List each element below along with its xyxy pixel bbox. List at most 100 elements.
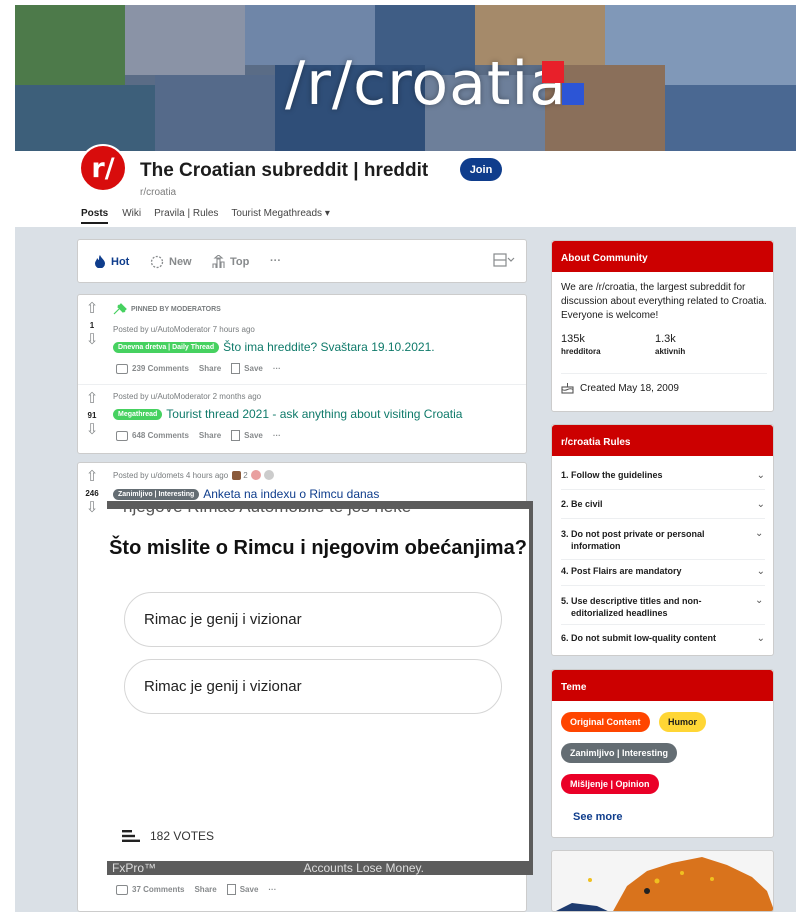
- post-title-row[interactable]: Dnevna dretva | Daily Thread Što ima hre…: [113, 340, 435, 354]
- poll-option[interactable]: Rimac je genij i vizionar: [124, 592, 502, 647]
- post-title[interactable]: Što ima hreddite? Svaštara 19.10.2021.: [223, 340, 434, 354]
- map-widget[interactable]: [551, 850, 774, 912]
- sort-top-label: Top: [230, 256, 250, 268]
- subreddit-avatar: r/: [79, 144, 127, 192]
- pinned-label: PINNED BY MODERATORS: [113, 303, 221, 315]
- upvote-icon[interactable]: ⇧: [84, 391, 100, 406]
- sort-top[interactable]: Top: [212, 255, 249, 269]
- chevron-down-icon: ⌄: [756, 470, 765, 481]
- downvote-icon[interactable]: ⇩: [84, 422, 100, 437]
- vote-count: 91: [87, 411, 97, 420]
- created-date-text: Created May 18, 2009: [580, 382, 679, 394]
- post-actions: 37 Comments Share Save ···: [116, 884, 286, 895]
- share-button[interactable]: Share: [199, 364, 221, 373]
- vote-column: ⇧ 1 ⇩: [84, 301, 100, 347]
- post-flair[interactable]: Zanimljivo | Interesting: [113, 488, 200, 500]
- more-options-button[interactable]: ···: [273, 364, 281, 373]
- sort-new-label: New: [169, 256, 192, 268]
- save-button[interactable]: Save: [231, 430, 263, 441]
- tab-wiki[interactable]: Wiki: [122, 208, 141, 224]
- upvote-icon[interactable]: ⇧: [84, 301, 100, 316]
- comments-button[interactable]: 239 Comments: [116, 363, 189, 374]
- post-item[interactable]: ⇧ 1 ⇩ PINNED BY MODERATORS Posted by u/A…: [78, 295, 526, 385]
- post-actions: 239 Comments Share Save ···: [116, 363, 291, 374]
- more-options-button[interactable]: ···: [273, 431, 281, 440]
- rule-item[interactable]: 6. Do not submit low-quality content ⌄: [561, 633, 765, 651]
- view-toggle-icon[interactable]: [493, 253, 515, 267]
- topic-tag[interactable]: Original Content: [561, 712, 650, 732]
- join-button[interactable]: Join: [460, 158, 502, 181]
- comment-icon: [116, 430, 128, 441]
- topic-tag[interactable]: Zanimljivo | Interesting: [561, 743, 678, 763]
- tab-tourist-megathreads-label: Tourist Megathreads: [231, 208, 323, 219]
- downvote-icon[interactable]: ⇩: [84, 332, 100, 347]
- post-title[interactable]: Tourist thread 2021 - ask anything about…: [166, 407, 462, 421]
- subreddit-title: The Croatian subreddit | hreddit: [140, 160, 429, 181]
- post-title-row[interactable]: Megathread Tourist thread 2021 - ask any…: [113, 407, 462, 421]
- rule-item[interactable]: 2. Be civil ⌄: [561, 499, 765, 519]
- rule-item[interactable]: 3. Do not post private or personal infor…: [561, 528, 765, 560]
- sort-new[interactable]: New: [150, 255, 192, 269]
- rule-item[interactable]: 5. Use descriptive titles and non-editor…: [561, 595, 765, 625]
- croatia-map-image: [556, 857, 773, 911]
- topics-widget: Teme Original Content Humor Zanimljivo |…: [551, 669, 774, 838]
- online-stat: 1.3k aktivnih: [655, 333, 685, 356]
- post-title-row[interactable]: Zanimljivo | Interesting Anketa na index…: [113, 487, 379, 501]
- rule-text: 3. Do not post private or personal infor…: [561, 529, 705, 551]
- sort-hot-label: Hot: [111, 255, 130, 268]
- award-icon: [232, 470, 242, 480]
- rules-header: r/croatia Rules: [552, 425, 773, 456]
- bookmark-icon: [231, 430, 241, 441]
- topic-tag[interactable]: Humor: [659, 712, 706, 732]
- save-button[interactable]: Save: [231, 363, 263, 374]
- upvote-icon[interactable]: ⇧: [84, 469, 100, 484]
- poll-votes-count: 182 VOTES: [150, 829, 215, 843]
- rules-widget: r/croatia Rules 1. Follow the guidelines…: [551, 424, 774, 656]
- about-community: About Community We are /r/croatia, the l…: [551, 240, 774, 412]
- tab-tourist-megathreads[interactable]: Tourist Megathreads ▾: [231, 208, 329, 224]
- save-label: Save: [244, 364, 263, 373]
- subreddit-banner: /r/croatia: [15, 5, 796, 151]
- more-options-button[interactable]: ···: [268, 885, 276, 894]
- save-button[interactable]: Save: [226, 884, 258, 895]
- post-title[interactable]: Anketa na indexu o Rimcu danas: [203, 487, 379, 501]
- rule-text: 6. Do not submit low-quality content: [561, 633, 716, 643]
- post-item[interactable]: ⇧ 91 ⇩ Posted by u/AutoModerator 2 month…: [78, 385, 526, 455]
- comments-button[interactable]: 648 Comments: [116, 430, 189, 441]
- vote-count: 1: [89, 321, 95, 330]
- banner-title: /r/croatia: [285, 49, 567, 119]
- subreddit-nav: Posts Wiki Pravila | Rules Tourist Megat…: [81, 208, 343, 224]
- post-flair[interactable]: Megathread: [113, 408, 163, 420]
- rule-item[interactable]: 4. Post Flairs are mandatory ⌄: [561, 566, 765, 586]
- poll-image: njegove Rimac Automobile te još neke Što…: [107, 509, 529, 861]
- tab-posts[interactable]: Posts: [81, 208, 109, 224]
- award-icon: [250, 470, 261, 480]
- members-label: hredditora: [561, 347, 601, 356]
- sort-hot[interactable]: Hot: [94, 255, 129, 268]
- bookmark-icon: [226, 884, 236, 895]
- share-button[interactable]: Share: [194, 885, 216, 894]
- comments-count: 648 Comments: [132, 431, 189, 440]
- members-stat: 135k hredditora: [561, 333, 601, 356]
- post-flair[interactable]: Dnevna dretva | Daily Thread: [113, 341, 220, 353]
- see-more-link[interactable]: See more: [573, 811, 623, 823]
- topic-tag[interactable]: Mišljenje | Opinion: [561, 774, 659, 794]
- sort-more[interactable]: ···: [270, 255, 281, 267]
- comments-count: 239 Comments: [132, 364, 189, 373]
- tab-rules[interactable]: Pravila | Rules: [154, 208, 218, 224]
- cut-text: njegove Rimac Automobile te još neke: [123, 509, 411, 517]
- downvote-icon[interactable]: ⇩: [84, 500, 100, 515]
- community-description: We are /r/croatia, the largest subreddit…: [561, 282, 767, 321]
- banner-logo-square-blue: [562, 83, 584, 105]
- post-actions: 648 Comments Share Save ···: [116, 430, 291, 441]
- subreddit-name: r/croatia: [140, 187, 177, 198]
- divider: [561, 373, 767, 374]
- vote-count: 246: [85, 489, 99, 498]
- comment-icon: [116, 884, 128, 895]
- poll-option[interactable]: Rimac je genij i vizionar: [124, 659, 502, 714]
- share-button[interactable]: Share: [199, 431, 221, 440]
- rule-item[interactable]: 1. Follow the guidelines ⌄: [561, 470, 765, 490]
- comments-button[interactable]: 37 Comments: [116, 884, 184, 895]
- sparkle-icon: [150, 255, 164, 269]
- post-meta: Posted by u/AutoModerator 7 hours ago: [113, 325, 255, 334]
